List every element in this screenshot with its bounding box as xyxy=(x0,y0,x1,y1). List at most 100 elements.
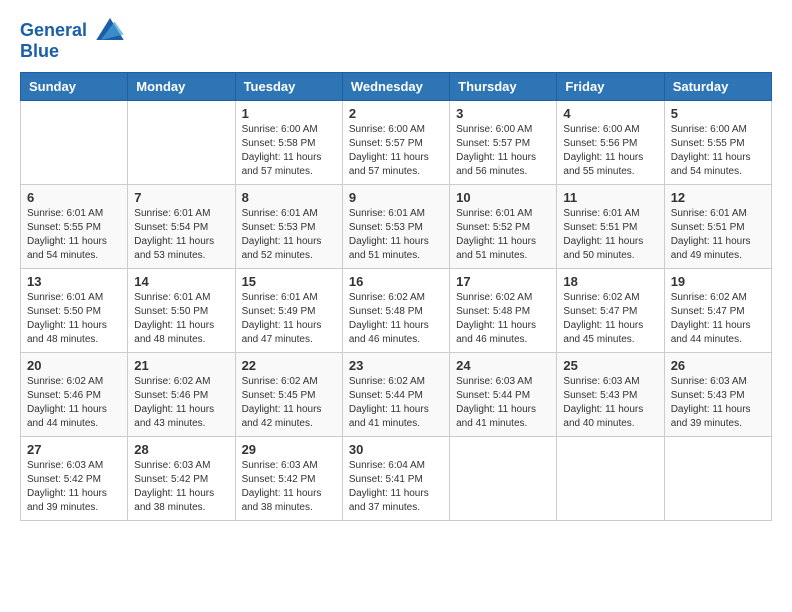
day-detail: Sunrise: 6:02 AM Sunset: 5:46 PM Dayligh… xyxy=(27,375,121,431)
day-detail: Sunrise: 6:01 AM Sunset: 5:53 PM Dayligh… xyxy=(349,207,443,263)
calendar-cell: 13 Sunrise: 6:01 AM Sunset: 5:50 PM Dayli… xyxy=(21,268,128,352)
calendar-cell: 15 Sunrise: 6:01 AM Sunset: 5:49 PM Dayli… xyxy=(235,268,342,352)
calendar-header-saturday: Saturday xyxy=(664,72,771,100)
calendar-header-monday: Monday xyxy=(128,72,235,100)
day-number: 28 xyxy=(134,442,228,457)
calendar-cell: 3 Sunrise: 6:00 AM Sunset: 5:57 PM Daylig… xyxy=(450,100,557,184)
calendar-cell: 1 Sunrise: 6:00 AM Sunset: 5:58 PM Daylig… xyxy=(235,100,342,184)
calendar-week-2: 6 Sunrise: 6:01 AM Sunset: 5:55 PM Daylig… xyxy=(21,184,772,268)
calendar-cell: 26 Sunrise: 6:03 AM Sunset: 5:43 PM Dayli… xyxy=(664,352,771,436)
day-detail: Sunrise: 6:04 AM Sunset: 5:41 PM Dayligh… xyxy=(349,459,443,515)
day-detail: Sunrise: 6:02 AM Sunset: 5:47 PM Dayligh… xyxy=(671,291,765,347)
day-number: 9 xyxy=(349,190,443,205)
day-detail: Sunrise: 6:03 AM Sunset: 5:42 PM Dayligh… xyxy=(134,459,228,515)
calendar-cell: 16 Sunrise: 6:02 AM Sunset: 5:48 PM Dayli… xyxy=(342,268,449,352)
day-number: 25 xyxy=(563,358,657,373)
calendar-header-sunday: Sunday xyxy=(21,72,128,100)
day-detail: Sunrise: 6:01 AM Sunset: 5:53 PM Dayligh… xyxy=(242,207,336,263)
calendar-header-wednesday: Wednesday xyxy=(342,72,449,100)
calendar-cell: 14 Sunrise: 6:01 AM Sunset: 5:50 PM Dayli… xyxy=(128,268,235,352)
day-number: 16 xyxy=(349,274,443,289)
day-number: 18 xyxy=(563,274,657,289)
day-detail: Sunrise: 6:00 AM Sunset: 5:57 PM Dayligh… xyxy=(456,123,550,179)
calendar-cell: 9 Sunrise: 6:01 AM Sunset: 5:53 PM Daylig… xyxy=(342,184,449,268)
day-number: 12 xyxy=(671,190,765,205)
day-number: 7 xyxy=(134,190,228,205)
day-detail: Sunrise: 6:01 AM Sunset: 5:49 PM Dayligh… xyxy=(242,291,336,347)
calendar-cell: 11 Sunrise: 6:01 AM Sunset: 5:51 PM Dayli… xyxy=(557,184,664,268)
calendar-cell: 8 Sunrise: 6:01 AM Sunset: 5:53 PM Daylig… xyxy=(235,184,342,268)
day-number: 13 xyxy=(27,274,121,289)
day-detail: Sunrise: 6:02 AM Sunset: 5:48 PM Dayligh… xyxy=(456,291,550,347)
day-detail: Sunrise: 6:03 AM Sunset: 5:44 PM Dayligh… xyxy=(456,375,550,431)
day-detail: Sunrise: 6:01 AM Sunset: 5:51 PM Dayligh… xyxy=(671,207,765,263)
calendar-cell: 30 Sunrise: 6:04 AM Sunset: 5:41 PM Dayli… xyxy=(342,436,449,520)
calendar-cell: 4 Sunrise: 6:00 AM Sunset: 5:56 PM Daylig… xyxy=(557,100,664,184)
day-number: 29 xyxy=(242,442,336,457)
day-number: 6 xyxy=(27,190,121,205)
logo: General Blue xyxy=(20,20,124,62)
day-number: 22 xyxy=(242,358,336,373)
day-detail: Sunrise: 6:01 AM Sunset: 5:51 PM Dayligh… xyxy=(563,207,657,263)
calendar-cell: 19 Sunrise: 6:02 AM Sunset: 5:47 PM Dayli… xyxy=(664,268,771,352)
day-number: 14 xyxy=(134,274,228,289)
calendar-cell: 12 Sunrise: 6:01 AM Sunset: 5:51 PM Dayli… xyxy=(664,184,771,268)
calendar-cell: 7 Sunrise: 6:01 AM Sunset: 5:54 PM Daylig… xyxy=(128,184,235,268)
header: General Blue xyxy=(20,20,772,62)
day-detail: Sunrise: 6:03 AM Sunset: 5:43 PM Dayligh… xyxy=(671,375,765,431)
calendar-cell: 5Sunrise: 6:00 AM Sunset: 5:55 PM Daylig… xyxy=(664,100,771,184)
calendar-cell: 25 Sunrise: 6:03 AM Sunset: 5:43 PM Dayli… xyxy=(557,352,664,436)
day-number: 17 xyxy=(456,274,550,289)
calendar-cell: 20Sunrise: 6:02 AM Sunset: 5:46 PM Dayli… xyxy=(21,352,128,436)
day-detail: Sunrise: 6:03 AM Sunset: 5:43 PM Dayligh… xyxy=(563,375,657,431)
calendar-cell: 18Sunrise: 6:02 AM Sunset: 5:47 PM Dayli… xyxy=(557,268,664,352)
calendar-cell: 28 Sunrise: 6:03 AM Sunset: 5:42 PM Dayli… xyxy=(128,436,235,520)
day-number: 8 xyxy=(242,190,336,205)
day-number: 15 xyxy=(242,274,336,289)
calendar-cell: 2 Sunrise: 6:00 AM Sunset: 5:57 PM Daylig… xyxy=(342,100,449,184)
day-number: 1 xyxy=(242,106,336,121)
day-number: 2 xyxy=(349,106,443,121)
calendar: SundayMondayTuesdayWednesdayThursdayFrid… xyxy=(20,72,772,521)
calendar-cell: 24 Sunrise: 6:03 AM Sunset: 5:44 PM Dayli… xyxy=(450,352,557,436)
day-detail: Sunrise: 6:02 AM Sunset: 5:48 PM Dayligh… xyxy=(349,291,443,347)
day-detail: Sunrise: 6:01 AM Sunset: 5:54 PM Dayligh… xyxy=(134,207,228,263)
logo-text: General xyxy=(20,20,124,42)
day-number: 27 xyxy=(27,442,121,457)
calendar-cell: 10Sunrise: 6:01 AM Sunset: 5:52 PM Dayli… xyxy=(450,184,557,268)
day-detail: Sunrise: 6:00 AM Sunset: 5:56 PM Dayligh… xyxy=(563,123,657,179)
calendar-cell: 21Sunrise: 6:02 AM Sunset: 5:46 PM Dayli… xyxy=(128,352,235,436)
calendar-cell xyxy=(664,436,771,520)
day-number: 24 xyxy=(456,358,550,373)
day-number: 11 xyxy=(563,190,657,205)
calendar-week-5: 27 Sunrise: 6:03 AM Sunset: 5:42 PM Dayli… xyxy=(21,436,772,520)
calendar-cell xyxy=(128,100,235,184)
calendar-cell: 6 Sunrise: 6:01 AM Sunset: 5:55 PM Daylig… xyxy=(21,184,128,268)
day-number: 4 xyxy=(563,106,657,121)
day-detail: Sunrise: 6:00 AM Sunset: 5:57 PM Dayligh… xyxy=(349,123,443,179)
day-detail: Sunrise: 6:01 AM Sunset: 5:55 PM Dayligh… xyxy=(27,207,121,263)
day-detail: Sunrise: 6:02 AM Sunset: 5:45 PM Dayligh… xyxy=(242,375,336,431)
day-detail: Sunrise: 6:03 AM Sunset: 5:42 PM Dayligh… xyxy=(242,459,336,515)
calendar-cell: 27 Sunrise: 6:03 AM Sunset: 5:42 PM Dayli… xyxy=(21,436,128,520)
day-detail: Sunrise: 6:01 AM Sunset: 5:50 PM Dayligh… xyxy=(27,291,121,347)
day-detail: Sunrise: 6:03 AM Sunset: 5:42 PM Dayligh… xyxy=(27,459,121,515)
calendar-header-friday: Friday xyxy=(557,72,664,100)
day-number: 19 xyxy=(671,274,765,289)
calendar-week-3: 13 Sunrise: 6:01 AM Sunset: 5:50 PM Dayli… xyxy=(21,268,772,352)
day-number: 3 xyxy=(456,106,550,121)
day-detail: Sunrise: 6:01 AM Sunset: 5:52 PM Dayligh… xyxy=(456,207,550,263)
day-detail: Sunrise: 6:00 AM Sunset: 5:58 PM Dayligh… xyxy=(242,123,336,179)
calendar-cell: 17 Sunrise: 6:02 AM Sunset: 5:48 PM Dayli… xyxy=(450,268,557,352)
calendar-header-thursday: Thursday xyxy=(450,72,557,100)
calendar-week-1: 1 Sunrise: 6:00 AM Sunset: 5:58 PM Daylig… xyxy=(21,100,772,184)
day-number: 26 xyxy=(671,358,765,373)
day-number: 30 xyxy=(349,442,443,457)
calendar-cell xyxy=(21,100,128,184)
logo-line2: Blue xyxy=(20,42,124,62)
calendar-cell: 22 Sunrise: 6:02 AM Sunset: 5:45 PM Dayli… xyxy=(235,352,342,436)
day-detail: Sunrise: 6:02 AM Sunset: 5:44 PM Dayligh… xyxy=(349,375,443,431)
day-detail: Sunrise: 6:01 AM Sunset: 5:50 PM Dayligh… xyxy=(134,291,228,347)
calendar-week-4: 20Sunrise: 6:02 AM Sunset: 5:46 PM Dayli… xyxy=(21,352,772,436)
calendar-header-tuesday: Tuesday xyxy=(235,72,342,100)
